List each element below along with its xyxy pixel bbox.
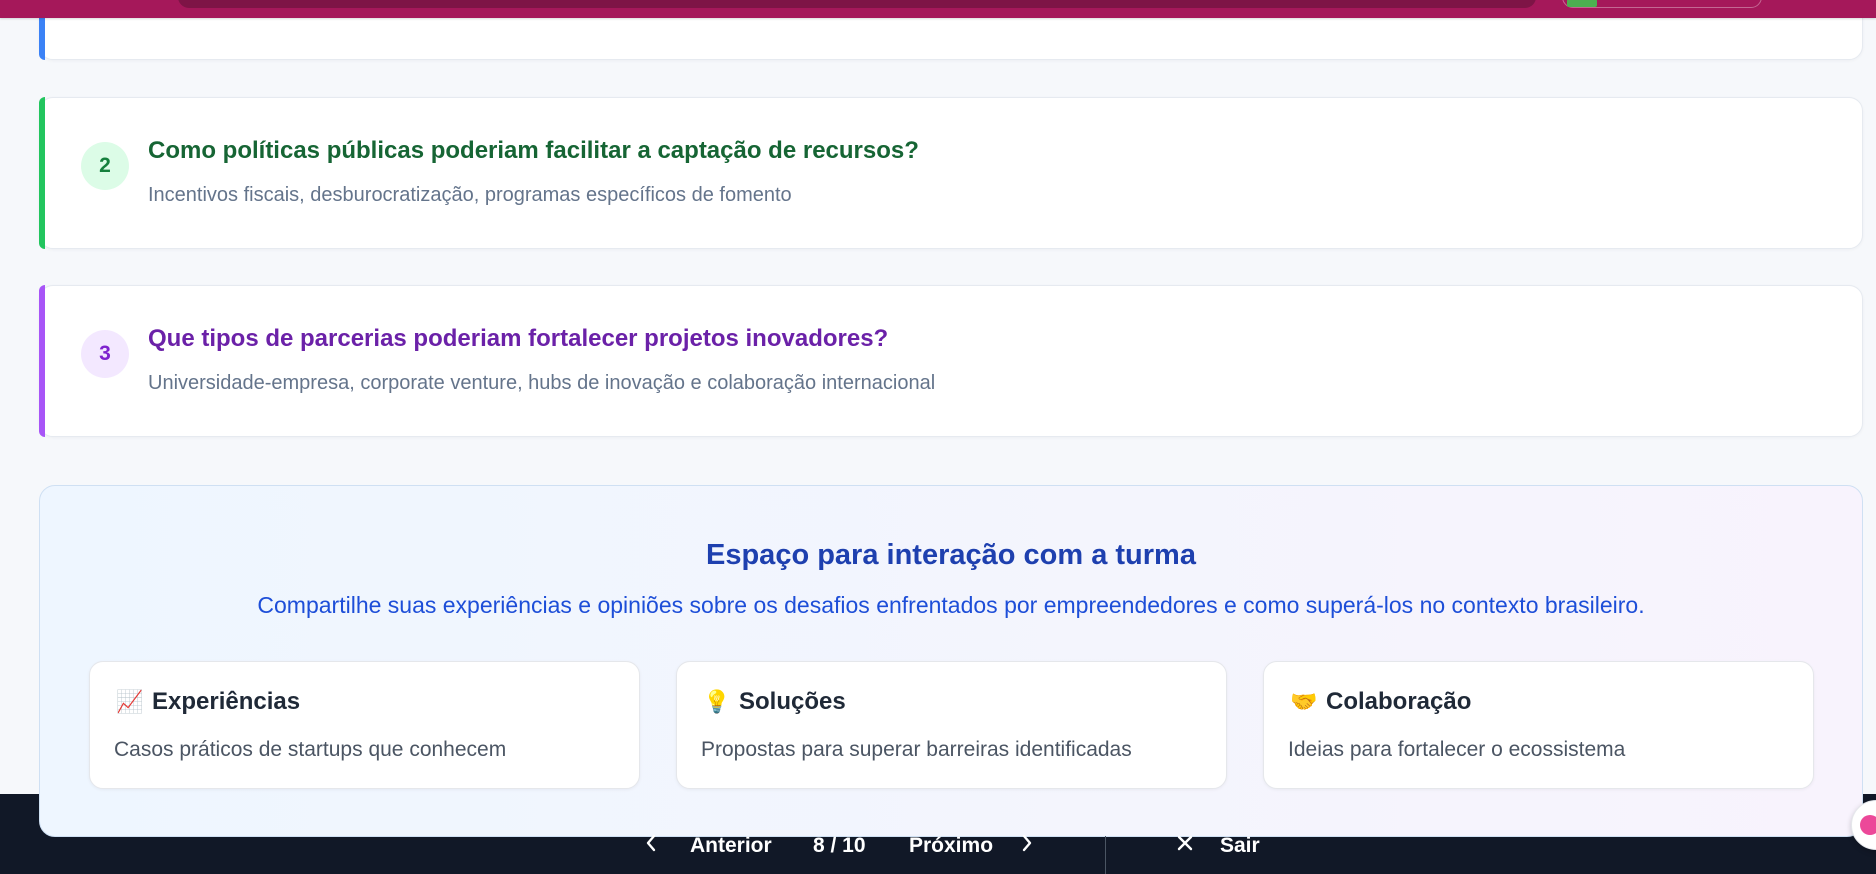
card-description: Casos práticos de startups que conhecem [114, 738, 507, 761]
collaboration-card: 🤝 Colaboração Ideias para fortalecer o e… [1263, 661, 1814, 789]
app-header [0, 0, 1876, 18]
card-description: Propostas para superar barreiras identif… [701, 738, 1132, 761]
card-accent-bar [39, 285, 45, 437]
nav-divider [1105, 836, 1106, 874]
question-description: Universidade-empresa, corporate venture,… [148, 372, 936, 394]
handshake-icon: 🤝 [1290, 689, 1318, 714]
question-number-badge: 3 [81, 330, 129, 378]
exit-button[interactable]: Sair [1220, 834, 1260, 858]
class-interaction-panel: Espaço para interação com a turma Compar… [39, 485, 1863, 837]
question-title: Que tipos de parcerias poderiam fortalec… [148, 325, 889, 352]
header-user-chip[interactable] [1562, 0, 1762, 8]
question-card-2: 2 Como políticas públicas poderiam facil… [39, 97, 1863, 249]
card-title: Experiências [152, 688, 301, 715]
question-title: Como políticas públicas poderiam facilit… [148, 137, 919, 164]
status-indicator [1567, 0, 1597, 7]
chevron-right-icon[interactable] [1020, 832, 1034, 860]
panel-title: Espaço para interação com a turma [706, 539, 1196, 571]
header-search-bar[interactable] [178, 0, 1536, 8]
page-indicator: 8 / 10 [813, 834, 866, 857]
next-button[interactable]: Próximo [909, 834, 993, 858]
close-icon[interactable] [1175, 832, 1195, 860]
slide-navigation: Anterior 8 / 10 Próximo Sair [0, 826, 1876, 874]
chart-increasing-icon: 📈 [116, 689, 144, 714]
light-bulb-icon: 💡 [703, 689, 731, 714]
card-description: Ideias para fortalecer o ecossistema [1288, 738, 1626, 761]
question-number-badge: 2 [81, 142, 129, 190]
chevron-left-icon[interactable] [644, 832, 658, 860]
assistant-icon [1860, 815, 1876, 835]
panel-subtitle: Compartilhe suas experiências e opiniões… [257, 592, 1645, 618]
card-title: Colaboração [1326, 688, 1472, 715]
question-description: Incentivos fiscais, desburocratização, p… [148, 184, 792, 206]
experiences-card: 📈 Experiências Casos práticos de startup… [89, 661, 640, 789]
card-accent-bar [39, 97, 45, 249]
previous-button[interactable]: Anterior [690, 834, 772, 858]
question-card-3: 3 Que tipos de parcerias poderiam fortal… [39, 285, 1863, 437]
card-title: Soluções [739, 688, 846, 715]
solutions-card: 💡 Soluções Propostas para superar barrei… [676, 661, 1227, 789]
